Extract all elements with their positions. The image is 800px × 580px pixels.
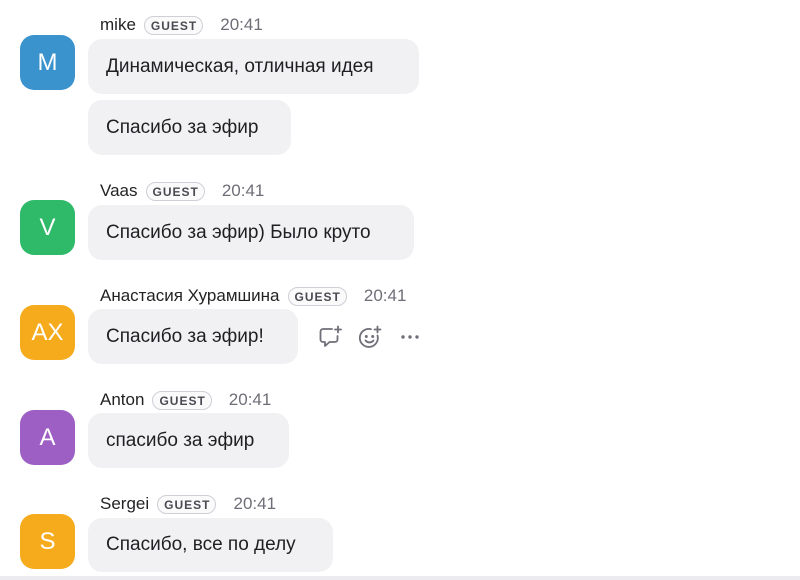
avatar-initials: A <box>39 423 56 451</box>
avatar[interactable]: M <box>20 35 75 90</box>
sender-name[interactable]: Sergei <box>100 494 149 514</box>
sender-name[interactable]: Vaas <box>100 181 138 201</box>
avatar[interactable]: AX <box>20 305 75 360</box>
timestamp: 20:41 <box>363 286 407 305</box>
avatar-initials: M <box>37 48 58 76</box>
sender-name[interactable]: mike <box>100 15 136 35</box>
message-header: Vaas GUEST 20:41 <box>100 180 264 202</box>
timestamp: 20:41 <box>221 181 265 200</box>
message-hover-actions <box>316 323 436 351</box>
timestamp: 20:41 <box>228 390 272 409</box>
avatar[interactable]: S <box>20 514 75 569</box>
message-text: Динамическая, отличная идея <box>106 55 374 77</box>
message-bubble[interactable]: Спасибо за эфир) Было круто <box>88 205 414 260</box>
guest-badge: GUEST <box>287 286 347 306</box>
sender-name[interactable]: Anton <box>100 390 144 410</box>
message-text: Спасибо за эфир! <box>106 325 264 347</box>
avatar[interactable]: A <box>20 410 75 465</box>
add-reaction-icon[interactable] <box>356 323 384 351</box>
message-header: Anton GUEST 20:41 <box>100 389 271 411</box>
guest-badge: GUEST <box>143 15 204 35</box>
avatar-initials: V <box>39 213 56 241</box>
chat-message-list: M mike GUEST 20:41 Динамическая, отлична… <box>0 0 800 580</box>
message-text: Спасибо за эфир) Было круто <box>106 221 371 243</box>
reply-in-thread-icon[interactable] <box>316 323 344 351</box>
message-text: спасибо за эфир <box>106 429 255 451</box>
message-header: Sergei GUEST 20:41 <box>100 493 276 515</box>
message-bubble[interactable]: Спасибо за эфир <box>88 100 291 155</box>
message-header: Анастасия Хурамшина GUEST 20:41 <box>100 285 406 307</box>
guest-badge: GUEST <box>145 181 205 201</box>
message-text: Спасибо, все по делу <box>106 534 296 555</box>
message-bubble[interactable]: Спасибо за эфир! <box>88 309 298 364</box>
message-bubble[interactable]: Динамическая, отличная идея <box>88 39 419 94</box>
guest-badge: GUEST <box>157 494 217 514</box>
avatar-initials: S <box>39 527 56 555</box>
message-text: Спасибо за эфир <box>106 116 259 138</box>
message-header: mike GUEST 20:41 <box>100 14 263 36</box>
timestamp: 20:41 <box>233 494 277 513</box>
avatar-initials: AX <box>31 318 64 346</box>
avatar[interactable]: V <box>20 200 75 255</box>
divider <box>0 576 800 580</box>
more-options-icon[interactable] <box>396 323 424 351</box>
message-bubble[interactable]: спасибо за эфир <box>88 413 289 468</box>
guest-badge: GUEST <box>152 390 212 410</box>
message-bubble[interactable]: Спасибо, все по делу <box>88 518 333 572</box>
sender-name[interactable]: Анастасия Хурамшина <box>100 286 280 306</box>
timestamp: 20:41 <box>220 15 263 34</box>
